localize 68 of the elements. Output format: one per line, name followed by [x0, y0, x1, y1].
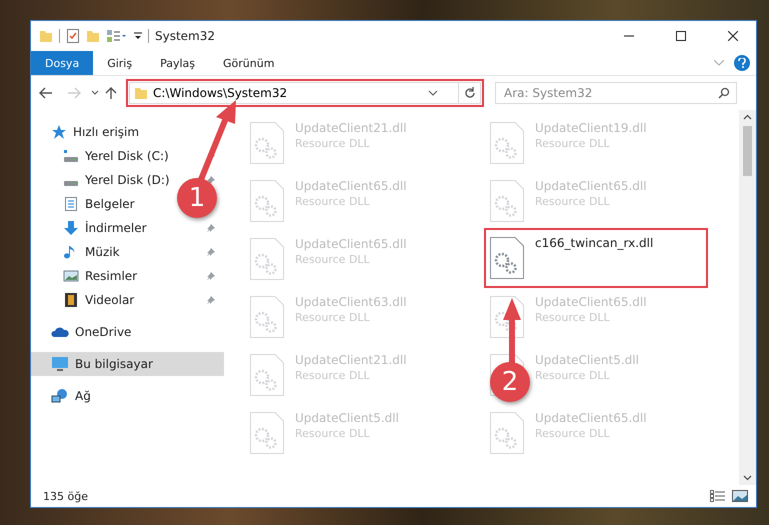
- details-view-icon[interactable]: [710, 490, 726, 502]
- pin-icon[interactable]: [206, 247, 216, 257]
- dll-file-icon: [249, 121, 285, 165]
- nav-label[interactable]: Ağ: [75, 389, 91, 403]
- picture-icon: [63, 268, 79, 284]
- dll-file-icon: [249, 411, 285, 455]
- nav-label[interactable]: Videolar: [85, 293, 134, 307]
- network-globe-icon: [51, 388, 69, 404]
- nav-label[interactable]: Resimler: [85, 269, 138, 283]
- nav-label[interactable]: Müzik: [85, 245, 120, 259]
- pin-icon[interactable]: [206, 175, 216, 185]
- nav-label[interactable]: İndirmeler: [85, 221, 147, 235]
- large-icons-view-icon[interactable]: [732, 490, 748, 502]
- search-field[interactable]: Ara: System32: [495, 82, 737, 104]
- address-bar[interactable]: C:\Windows\System32: [129, 82, 481, 104]
- scroll-up-icon[interactable]: [743, 114, 752, 120]
- pin-icon[interactable]: [206, 223, 216, 233]
- pin-icon[interactable]: [206, 295, 216, 305]
- dropdown-icon[interactable]: [134, 31, 142, 41]
- maximize-icon: [676, 31, 686, 41]
- dll-file-icon: [489, 236, 525, 280]
- dll-file-icon: [249, 179, 285, 223]
- pin-icon[interactable]: [206, 271, 216, 281]
- nav-label[interactable]: Belgeler: [85, 197, 135, 211]
- drive-icon: [64, 180, 78, 186]
- monitor-icon: [51, 356, 69, 372]
- nav-label[interactable]: OneDrive: [75, 325, 132, 339]
- file-name[interactable]: c166_twincan_rx.dll: [535, 236, 654, 250]
- close-icon: [728, 31, 738, 41]
- nav-label[interactable]: Bu bilgisayar: [75, 357, 153, 371]
- back-button[interactable]: [39, 87, 53, 99]
- recent-locations-button[interactable]: [91, 90, 99, 96]
- refresh-icon: [464, 87, 476, 99]
- scrollbar[interactable]: [739, 110, 756, 485]
- nav-label[interactable]: Yerel Disk (C:): [85, 149, 169, 163]
- highlighted-file-item[interactable]: c166_twincan_rx.dll: [486, 230, 706, 286]
- drive-icon: [63, 148, 79, 164]
- dropdown-caret-icon[interactable]: [428, 90, 438, 96]
- dll-file-icon: [249, 237, 285, 281]
- help-icon[interactable]: [734, 55, 750, 71]
- ribbon-tab[interactable]: Görünüm: [209, 51, 288, 75]
- dll-file-icon: [249, 353, 285, 397]
- folder-icon: [134, 86, 148, 100]
- item-count: 135 öğe: [43, 490, 88, 502]
- window-title: System32: [155, 29, 216, 43]
- dll-file-icon: [489, 411, 525, 455]
- ribbon-tab[interactable]: Dosya: [31, 51, 94, 75]
- scroll-down-icon[interactable]: [743, 475, 752, 481]
- address-field[interactable]: C:\Windows\System32: [153, 86, 423, 100]
- cloud-icon: [51, 325, 69, 339]
- up-button[interactable]: [105, 86, 117, 100]
- checklist-icon[interactable]: [66, 28, 80, 44]
- expand-ribbon-icon[interactable]: [714, 60, 724, 66]
- scroll-thumb[interactable]: [743, 126, 752, 176]
- nav-label[interactable]: Yerel Disk (D:): [85, 173, 170, 187]
- download-arrow-icon: [63, 220, 79, 236]
- properties-icon[interactable]: [106, 29, 128, 43]
- selected-nav-item[interactable]: Bu bilgisayar: [31, 352, 224, 376]
- dll-file-icon: [489, 121, 525, 165]
- star-icon: [51, 124, 67, 140]
- film-icon: [63, 292, 79, 308]
- nav-label[interactable]: Hızlı erişim: [73, 125, 140, 139]
- ribbon-tab[interactable]: Giriş: [93, 51, 146, 75]
- document-icon: [63, 196, 79, 212]
- ribbon-tab[interactable]: Paylaş: [146, 51, 209, 75]
- dll-file-icon: [249, 295, 285, 339]
- search-icon[interactable]: [718, 87, 730, 99]
- dll-file-icon: [489, 179, 525, 223]
